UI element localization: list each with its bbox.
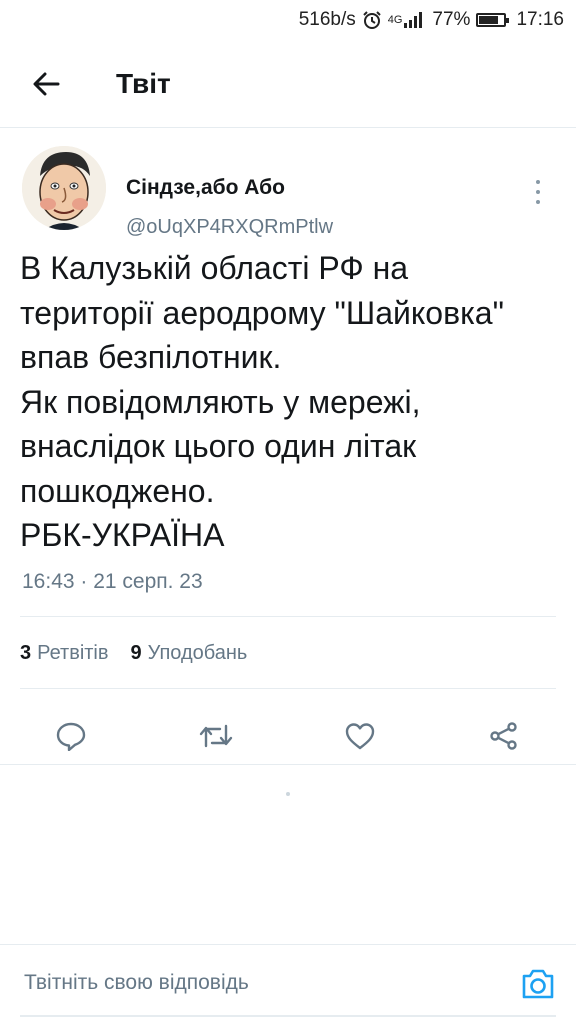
network-speed: 516b/s	[298, 9, 356, 30]
divider	[20, 688, 556, 689]
loading-indicator	[286, 792, 290, 796]
reply-icon	[56, 722, 86, 751]
avatar-caricature-icon	[22, 146, 106, 230]
retweet-icon	[199, 724, 233, 748]
page-title: Твіт	[116, 67, 171, 99]
tweet-actions	[0, 708, 576, 764]
author-display-name[interactable]: Сіндзе,або Або	[126, 176, 285, 200]
retweets-label[interactable]: Ретвітів	[37, 642, 108, 665]
more-options-icon[interactable]	[528, 180, 548, 204]
like-button[interactable]	[332, 708, 388, 764]
camera-button[interactable]	[520, 967, 556, 1001]
author-row: Сіндзе,або Або @oUqXP4RXQRmPtlw	[22, 146, 558, 239]
tweet-text: В Калузькій області РФ на території аеро…	[20, 250, 504, 553]
like-icon	[345, 723, 375, 750]
header: Твіт	[0, 40, 576, 128]
battery-fill	[479, 16, 498, 24]
status-bar: 516b/s 4G 77% 17:16	[0, 0, 576, 40]
section-divider	[0, 764, 576, 765]
signal-icon	[404, 12, 423, 28]
retweets-count[interactable]: 3	[20, 642, 31, 665]
reply-input[interactable]: Твітніть свою відповідь	[24, 971, 249, 995]
camera-icon	[522, 969, 554, 999]
reply-button[interactable]	[43, 708, 99, 764]
network-indicator: 4G	[388, 12, 427, 28]
retweet-button[interactable]	[188, 708, 244, 764]
back-button[interactable]	[0, 40, 92, 128]
author-handle[interactable]: @oUqXP4RXQRmPtlw	[126, 216, 333, 239]
share-icon	[490, 722, 517, 750]
reply-bar: Твітніть свою відповідь	[0, 944, 576, 1024]
likes-count[interactable]: 9	[131, 642, 142, 665]
likes-label[interactable]: Уподобань	[148, 642, 248, 665]
battery-icon	[476, 13, 510, 27]
avatar[interactable]	[22, 146, 106, 230]
arrow-left-icon	[33, 72, 60, 95]
alarm-icon	[362, 10, 382, 30]
clock: 17:16	[516, 9, 564, 30]
divider	[20, 616, 556, 617]
battery-percent: 77%	[432, 9, 471, 30]
share-button[interactable]	[476, 708, 532, 764]
tweet-stats: 3 Ретвітів 9 Уподобань	[20, 638, 269, 668]
tweet-timestamp: 16:43 · 21 серп. 23	[22, 570, 203, 593]
reply-input-underline	[20, 1015, 556, 1017]
network-type: 4G	[387, 14, 403, 26]
